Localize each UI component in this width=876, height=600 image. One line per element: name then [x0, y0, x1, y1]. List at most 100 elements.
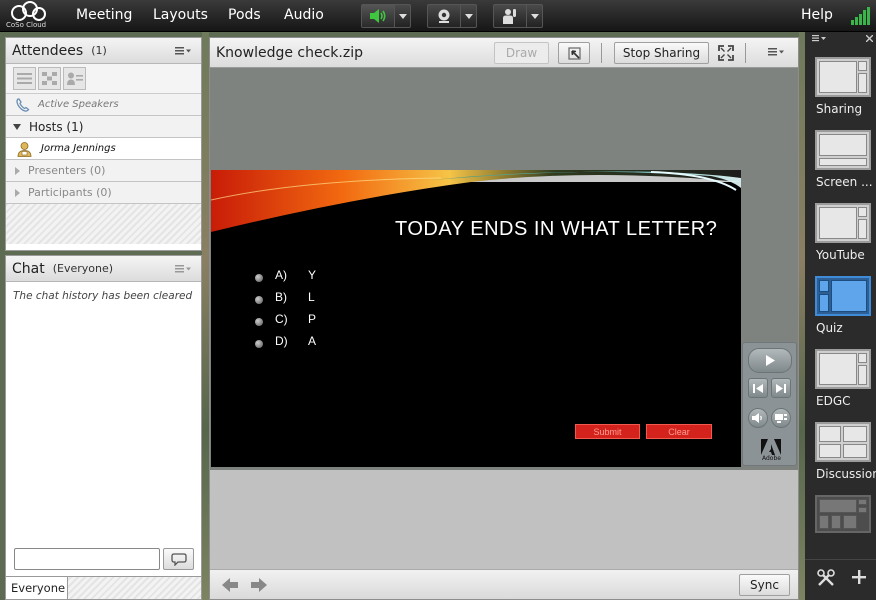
presenter-notes-button[interactable]: [771, 408, 791, 428]
submit-button[interactable]: Submit: [575, 424, 640, 439]
chat-tab-everyone[interactable]: Everyone: [6, 577, 68, 599]
attendee-status-button[interactable]: [63, 67, 86, 90]
skip-forward-icon: [776, 383, 786, 393]
breakout-view-button[interactable]: [38, 67, 61, 90]
layout-thumb-partial[interactable]: [815, 495, 871, 533]
stop-sharing-button[interactable]: Stop Sharing: [614, 42, 709, 64]
layout-thumb-screen[interactable]: [815, 130, 871, 170]
chat-scope: (Everyone): [52, 262, 114, 275]
speaker-button[interactable]: [362, 5, 394, 27]
camera-dropdown[interactable]: [460, 5, 476, 27]
list-view-button[interactable]: [13, 67, 36, 90]
play-button[interactable]: [748, 348, 792, 373]
layout-label-discussion[interactable]: Discussion: [816, 467, 876, 481]
background-image: [202, 32, 209, 600]
speaker-dropdown[interactable]: [394, 5, 410, 27]
play-icon: [766, 355, 775, 366]
attendee-toolbar: [6, 64, 201, 94]
top-menu-bar: CoSo Cloud Meeting Layouts Pods Audio He…: [0, 0, 876, 32]
layouts-footer: [805, 559, 876, 600]
share-header: Knowledge check.zip Draw Stop Sharing: [210, 38, 798, 68]
speaker-icon: [370, 9, 386, 23]
webcam-icon: [438, 9, 450, 23]
layout-label-sharing[interactable]: Sharing: [816, 102, 862, 116]
chat-input[interactable]: [14, 548, 160, 570]
option-c-radio[interactable]: [255, 318, 263, 326]
pod-menu-icon[interactable]: [768, 48, 784, 56]
adobe-label: Adobe: [762, 455, 781, 462]
option-a-radio[interactable]: [255, 274, 263, 282]
fullscreen-icon[interactable]: [718, 45, 734, 61]
host-user-icon: [17, 141, 32, 157]
add-layout-icon[interactable]: [851, 569, 867, 585]
sync-button[interactable]: Sync: [739, 574, 790, 596]
status-dropdown[interactable]: [526, 5, 542, 27]
option-c-text: P: [308, 312, 317, 326]
hosts-group-row[interactable]: Hosts (1): [6, 116, 201, 138]
share-footer: Sync: [210, 569, 798, 599]
speech-bubble-icon: [170, 552, 187, 566]
layout-thumb-youtube[interactable]: [815, 203, 871, 243]
option-b-text: L: [308, 290, 315, 304]
camera-button[interactable]: [428, 5, 460, 27]
chat-pod: Chat (Everyone) The chat history has bee…: [5, 255, 202, 600]
option-a-text: Y: [308, 268, 317, 282]
option-d-radio[interactable]: [255, 340, 263, 348]
raise-hand-button[interactable]: [494, 5, 526, 27]
menu-layouts[interactable]: Layouts: [153, 7, 208, 23]
layout-label-screen[interactable]: Screen ...: [816, 175, 873, 189]
presenters-group-row[interactable]: Presenters (0): [6, 160, 201, 182]
menu-help[interactable]: Help: [801, 7, 833, 23]
list-view-icon: [17, 73, 32, 84]
attendees-empty-area: [6, 204, 201, 244]
attendee-row[interactable]: Jorma Jennings: [6, 138, 201, 160]
previous-arrow-icon[interactable]: [222, 578, 238, 592]
option-d-text: A: [308, 334, 317, 348]
attendees-pod: Attendees (1) Active Speakers Hosts (1): [5, 37, 202, 251]
status-control: [493, 4, 543, 28]
pod-menu-icon[interactable]: [175, 47, 191, 55]
participants-group-row[interactable]: Participants (0): [6, 182, 201, 204]
next-arrow-icon[interactable]: [251, 578, 267, 592]
logo-text: CoSo Cloud: [6, 21, 47, 29]
send-message-button[interactable]: [163, 548, 194, 570]
quiz-slide: TODAY ENDS IN WHAT LETTER? A) Y B) L C) …: [211, 170, 741, 467]
layout-thumb-discussion[interactable]: [815, 422, 871, 462]
attendees-header: Attendees (1): [6, 38, 201, 64]
attendees-title: Attendees: [12, 42, 84, 59]
rewind-button[interactable]: [748, 378, 768, 398]
forward-button[interactable]: [771, 378, 791, 398]
header-divider: [745, 43, 746, 63]
layout-label-edgc[interactable]: EDGC: [816, 394, 851, 408]
manage-layouts-tools-icon[interactable]: [817, 569, 835, 587]
expand-triangle-icon: [15, 166, 20, 175]
layouts-menu-icon[interactable]: [812, 35, 826, 42]
menu-audio[interactable]: Audio: [284, 7, 324, 23]
adobe-logo-icon: [761, 439, 781, 455]
collapse-triangle-icon: [13, 123, 21, 130]
draw-button[interactable]: Draw: [494, 42, 549, 64]
connection-signal-icon[interactable]: [850, 6, 872, 26]
option-b-letter: B): [275, 290, 287, 304]
chat-header: Chat (Everyone): [6, 256, 201, 282]
layout-thumb-quiz[interactable]: [815, 276, 871, 316]
active-speakers-label: Active Speakers: [38, 99, 119, 110]
pointer-button[interactable]: [558, 42, 590, 64]
layout-thumb-edgc[interactable]: [815, 349, 871, 389]
layout-thumb-sharing[interactable]: [815, 57, 871, 97]
close-icon[interactable]: [866, 35, 873, 42]
layout-label-quiz[interactable]: Quiz: [816, 321, 843, 335]
menu-pods[interactable]: Pods: [228, 7, 261, 23]
participants-label: Participants (0): [28, 186, 112, 199]
menu-meeting[interactable]: Meeting: [76, 7, 132, 23]
attendee-name: Jorma Jennings: [41, 143, 116, 154]
layout-label-youtube[interactable]: YouTube: [816, 248, 865, 262]
option-b-radio[interactable]: [255, 296, 263, 304]
chevron-down-icon: [398, 13, 407, 19]
chat-tabs-bar: Everyone: [6, 576, 201, 599]
speaker-control: [361, 4, 411, 28]
option-d-letter: D): [275, 334, 288, 348]
pod-menu-icon[interactable]: [175, 265, 191, 273]
clear-button[interactable]: Clear: [646, 424, 712, 439]
volume-button[interactable]: [748, 408, 768, 428]
